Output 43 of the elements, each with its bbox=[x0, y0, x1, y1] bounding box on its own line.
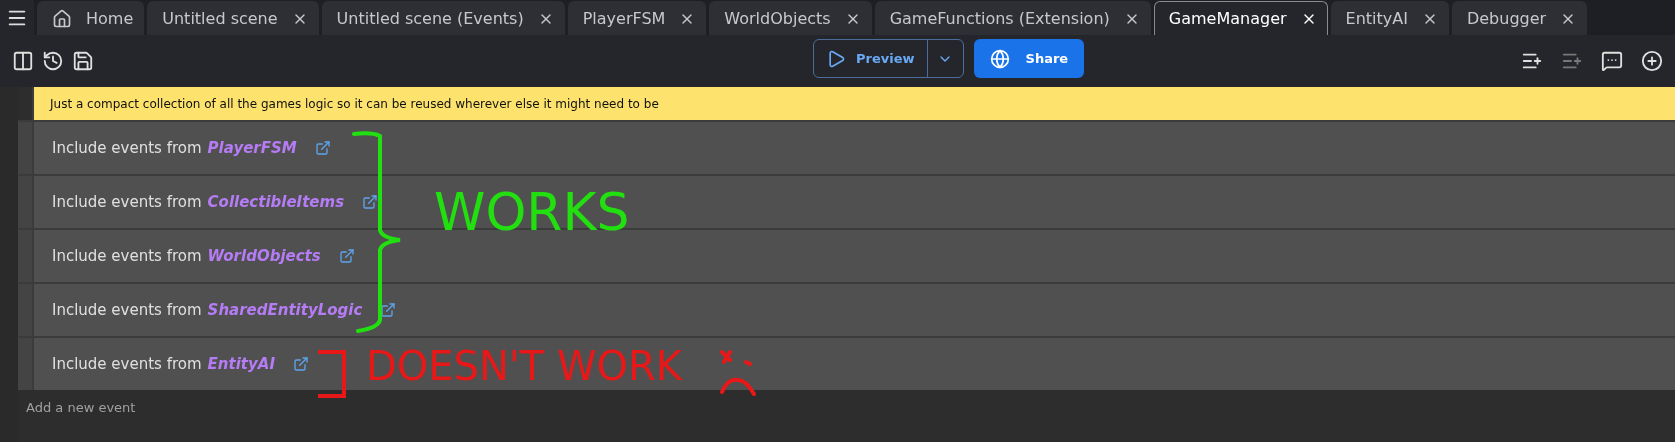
play-icon bbox=[826, 48, 846, 69]
include-label: Include events from bbox=[52, 355, 202, 373]
include-label: Include events from bbox=[52, 301, 202, 319]
event-row[interactable]: Include events from WorldObjects bbox=[32, 230, 1675, 282]
event-row[interactable]: Include events from SharedEntityLogic bbox=[32, 284, 1675, 336]
open-link-icon[interactable] bbox=[338, 248, 355, 264]
share-button[interactable]: Share bbox=[973, 39, 1085, 78]
tab[interactable]: GameFunctions (Extension) bbox=[874, 1, 1151, 35]
home-icon bbox=[52, 8, 72, 29]
include-label: Include events from bbox=[52, 193, 202, 211]
event-row[interactable]: Include events from EntityAI DOESN'T WORK bbox=[32, 338, 1675, 390]
preview-button[interactable]: Preview bbox=[814, 40, 928, 77]
globe-icon bbox=[989, 48, 1010, 69]
event-row[interactable]: Include events from PlayerFSM bbox=[32, 122, 1675, 174]
comment-text[interactable]: Just a compact collection of all the games logic so it can be reused wherever else it might need to be bbox=[32, 87, 1675, 120]
include-label: Include events from bbox=[52, 247, 202, 265]
open-link-icon[interactable] bbox=[314, 140, 331, 156]
extension-name: EntityAI bbox=[207, 355, 275, 373]
drag-handle[interactable] bbox=[18, 230, 32, 282]
tab[interactable]: Untitled scene bbox=[147, 1, 319, 35]
tab[interactable]: Debugger bbox=[1451, 1, 1588, 35]
drag-handle[interactable] bbox=[18, 338, 32, 390]
extension-name: CollectibleItems bbox=[207, 193, 345, 211]
open-link-icon[interactable] bbox=[362, 194, 379, 210]
handwritten-note: DOESN'T WORK bbox=[366, 346, 683, 386]
bracket-drawing bbox=[316, 349, 348, 399]
extension-name: PlayerFSM bbox=[207, 139, 297, 157]
open-link-icon[interactable] bbox=[293, 356, 309, 372]
tab[interactable]: EntityAI bbox=[1330, 1, 1449, 35]
add-event-link[interactable]: Add a new event bbox=[18, 390, 1675, 415]
tab[interactable]: Untitled scene (Events) bbox=[321, 1, 565, 35]
drag-handle[interactable] bbox=[18, 284, 32, 336]
drag-handle[interactable] bbox=[18, 122, 32, 174]
extension-name: SharedEntityLogic bbox=[207, 301, 363, 319]
extension-name: WorldObjects bbox=[207, 247, 321, 265]
tab[interactable]: PlayerFSM bbox=[567, 1, 707, 35]
tab[interactable]: GameManager bbox=[1153, 1, 1328, 35]
include-label: Include events from bbox=[52, 139, 202, 157]
open-link-icon[interactable] bbox=[380, 302, 397, 318]
menu-button[interactable] bbox=[0, 0, 34, 35]
tab[interactable]: WorldObjects bbox=[709, 1, 872, 35]
drag-handle[interactable] bbox=[18, 176, 32, 228]
tab[interactable]: Home bbox=[37, 1, 145, 35]
